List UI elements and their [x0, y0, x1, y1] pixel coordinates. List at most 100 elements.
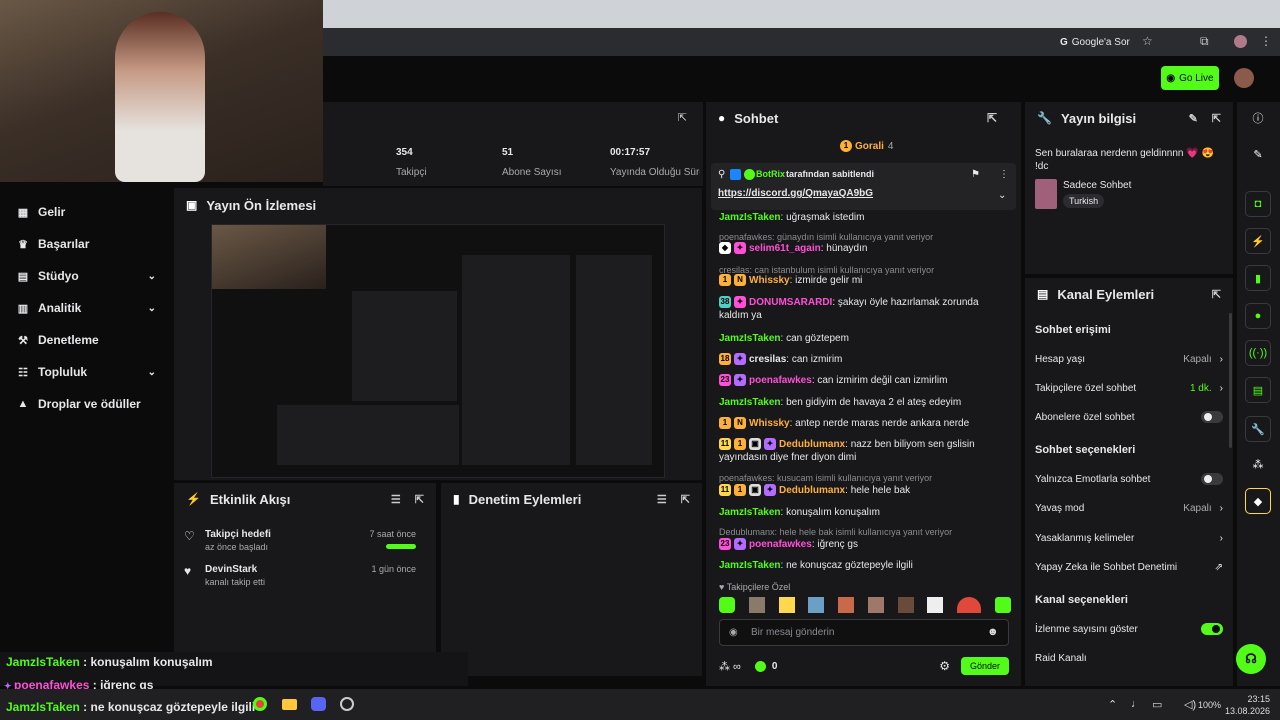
chrome-taskbar-icon[interactable] [253, 697, 267, 711]
panel-title: Etkinlik Akışı [209, 491, 291, 507]
info-icon[interactable]: ⓘ [1245, 105, 1271, 131]
settings-icon[interactable]: ⚙ [939, 659, 950, 673]
emote[interactable] [748, 597, 765, 613]
account-age-row[interactable]: Hesap yaşı Kapalı › [1035, 351, 1223, 367]
filter-icon[interactable]: ☰ [657, 493, 667, 506]
expand-icon[interactable]: ⇱ [1212, 288, 1221, 301]
emote[interactable] [778, 597, 795, 613]
emote[interactable] [808, 597, 825, 613]
chat-message[interactable]: ◆ ✦ selim61t_again: hünaydın [719, 242, 1009, 255]
raid-row[interactable]: Raid Kanalı [1035, 650, 1223, 666]
chat-message[interactable]: 11 1 ▣ ✦ Dedublumanx: hele hele bak [719, 484, 1009, 497]
ai-moderation-row[interactable]: Yapay Zeka ile Sohbet Denetimi ⇗ [1035, 559, 1223, 575]
chat-message[interactable]: 1 N Whissky: antep nerde maras nerde ankar… [719, 417, 1009, 430]
clock[interactable]: 23:15 13.08.2026 [1222, 693, 1270, 717]
emote[interactable] [867, 597, 884, 613]
badge-icon: ▣ [749, 484, 761, 497]
user-avatar[interactable] [1234, 68, 1254, 88]
chat-message[interactable]: JamzIsTaken: konuşalım konuşalım [719, 506, 1009, 519]
view-count-toggle[interactable] [1201, 623, 1223, 635]
preview-video[interactable] [211, 224, 665, 478]
extensions-icon[interactable]: ⧉ [1200, 34, 1209, 49]
broadcast-tool-icon[interactable]: ((·)) [1245, 340, 1271, 366]
chat-message[interactable]: JamzIsTaken: ben gidiyim de havaya 2 el … [719, 396, 1009, 409]
google-ask-button[interactable]: G Google'a Sor [1060, 35, 1130, 49]
chat-message[interactable]: 38 ✦ DONUMSARARDI: şakayı öyle hazırlamak … [719, 296, 1009, 322]
badge-icon: ✦ [734, 353, 746, 366]
raid-tool-icon[interactable]: ◆ [1245, 488, 1271, 514]
chat-message[interactable]: 11 1 ▣ ✦ Dedublumanx: nazz ben biliyom sen g… [719, 438, 1009, 464]
scrollbar[interactable] [1229, 313, 1232, 448]
stat-uptime: 00:17:57 Yayında Olduğu Süre [610, 147, 700, 179]
emote[interactable] [719, 597, 735, 613]
expand-icon[interactable]: ⇱ [681, 493, 690, 506]
expand-icon[interactable]: ⇱ [1212, 112, 1221, 125]
subs-chat-row[interactable]: Abonelere özel sohbet [1035, 409, 1223, 425]
emotes-only-row[interactable]: Yalnızca Emotlarla sohbet [1035, 471, 1223, 487]
users-tool-icon[interactable]: ⁂ [1245, 451, 1271, 477]
users-icon[interactable]: ⁂ ∞ [719, 660, 741, 673]
expand-icon[interactable]: ⇱ [678, 111, 687, 124]
subs-chat-toggle[interactable] [1201, 411, 1223, 423]
sidebar-item-basarilar[interactable]: ♛ Başarılar [16, 234, 156, 254]
language-tag[interactable]: Turkish [1063, 194, 1105, 208]
pencil-icon[interactable]: ✎ [1245, 141, 1271, 167]
sidebar-item-studyo[interactable]: ▤ Stüdyo ⌄ [16, 266, 156, 286]
volume-icon[interactable]: ◁) [1184, 698, 1196, 711]
sidebar-item-droplar[interactable]: ▲ Droplar ve ödüller [16, 394, 156, 414]
edit-icon[interactable]: ✎ [1189, 112, 1198, 125]
menu-dots-icon[interactable]: ⋮ [1260, 34, 1272, 48]
pin-icon: ⚲ [718, 169, 726, 180]
more-icon[interactable]: ⋮ [999, 169, 1009, 180]
chat-text: iğrenç gs [817, 539, 858, 550]
chat-message[interactable]: 1 N Whissky: izmirde gelir mi [719, 274, 1009, 287]
sidebar-item-analitik[interactable]: ▥ Analitik ⌄ [16, 298, 156, 318]
folder-taskbar-icon[interactable] [282, 699, 297, 710]
chevron-down-icon[interactable]: ⌄ [998, 190, 1006, 201]
help-button[interactable]: ☊ [1236, 644, 1266, 674]
chat-message[interactable]: 23 ✦ poenafawkes: can izmirim değil can iz… [719, 374, 1009, 387]
emote[interactable] [897, 597, 914, 613]
filter-icon[interactable]: ☰ [391, 493, 401, 506]
emote[interactable] [838, 597, 855, 613]
emotes-only-toggle[interactable] [1201, 473, 1223, 485]
document-tool-icon[interactable]: ▮ [1245, 265, 1271, 291]
sidebar-item-gelir[interactable]: ▦ Gelir [16, 202, 156, 222]
go-live-button[interactable]: ◉ Go Live [1161, 66, 1219, 90]
chat-message[interactable]: JamzIsTaken: uğraşmak istedim [719, 211, 1009, 224]
category-name[interactable]: Sadece Sohbet [1063, 180, 1131, 191]
monitor-icon[interactable]: ▭ [1152, 698, 1162, 711]
send-button[interactable]: Gönder [960, 657, 1009, 675]
profile-avatar-icon[interactable] [1234, 35, 1247, 48]
chat-message[interactable]: JamzIsTaken: can göztepem [719, 332, 1009, 345]
lightning-tool-icon[interactable]: ⚡ [1245, 228, 1271, 254]
sidebar-item-topluluk[interactable]: ☷ Topluluk ⌄ [16, 362, 156, 382]
wrench-tool-icon[interactable]: 🔧 [1245, 416, 1271, 442]
chat-tool-icon[interactable]: ● [1245, 303, 1271, 329]
emoji-icon[interactable]: ☻ [987, 626, 999, 638]
chat-text: uğraşmak istedim [786, 212, 865, 223]
discord-taskbar-icon[interactable] [311, 697, 326, 711]
chat-input[interactable]: ◉ Bir mesaj gönderin ☻ [719, 619, 1009, 646]
chevron-up-icon[interactable]: ⌃ [1108, 698, 1117, 711]
chat-message[interactable]: JamzIsTaken: ne konuşcaz göztepeyle ilgi… [719, 559, 1009, 572]
sidebar-item-denetleme[interactable]: ⚒ Denetleme [16, 330, 156, 350]
banned-words-row[interactable]: Yasaklanmış kelimeler › [1035, 530, 1223, 546]
expand-icon[interactable]: ⇱ [987, 111, 997, 125]
mic-icon[interactable]: ♩ [1131, 698, 1142, 710]
emote[interactable] [957, 597, 982, 613]
preview-tool-icon[interactable]: ◘ [1245, 191, 1271, 217]
followers-chat-row[interactable]: Takipçilere özel sohbet 1 dk. › [1035, 380, 1223, 396]
pinned-link[interactable]: https://discord.gg/QmayaQA9bG [718, 188, 873, 199]
chat-message[interactable]: 18 ✦ cresilas: can izmirim [719, 353, 1009, 366]
chat-message[interactable]: 23 ✦ poenafawkes: iğrenç gs [719, 538, 1009, 551]
star-icon[interactable]: ☆ [1142, 34, 1153, 48]
emote[interactable] [994, 597, 1011, 613]
view-count-row[interactable]: İzlenme sayısını göster [1035, 621, 1223, 637]
pin-icon[interactable]: ⚑ [971, 169, 980, 180]
emote[interactable] [927, 597, 944, 613]
channel-tool-icon[interactable]: ▤ [1245, 377, 1271, 403]
slow-mode-row[interactable]: Yavaş mod Kapalı › [1035, 500, 1223, 516]
expand-icon[interactable]: ⇱ [415, 493, 424, 506]
obs-taskbar-icon[interactable] [340, 697, 354, 711]
